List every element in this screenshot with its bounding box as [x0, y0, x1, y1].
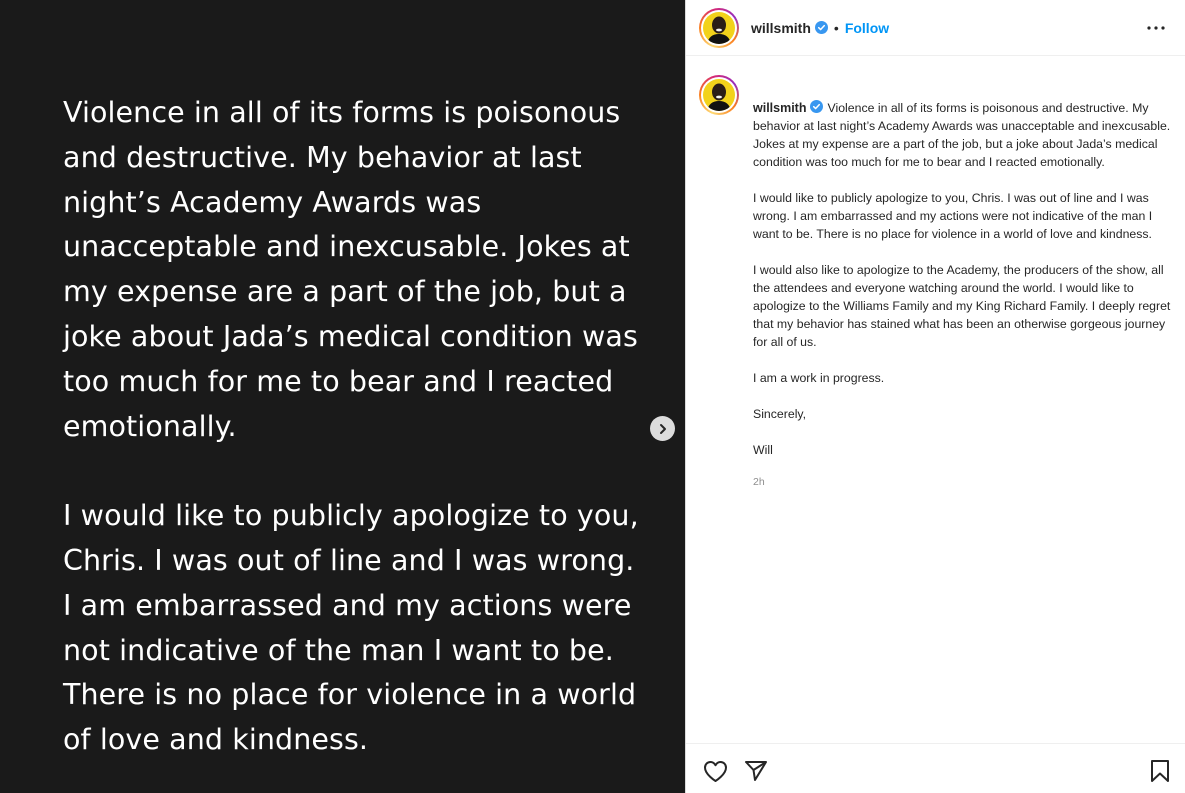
bookmark-icon	[1150, 759, 1170, 783]
caption-paragraph: I would also like to apologize to the Ac…	[753, 263, 1171, 349]
caption-area: willsmith Violence in all of its forms is…	[686, 57, 1185, 742]
caption-paragraph: I am a work in progress.	[753, 371, 885, 385]
like-button[interactable]	[702, 758, 728, 784]
caption-paragraph: Sincerely,	[753, 407, 807, 421]
caption-body: willsmith Violence in all of its forms is…	[753, 81, 1175, 491]
post-header: willsmith • Follow	[686, 0, 1185, 56]
more-options-button[interactable]	[1144, 16, 1168, 40]
avatar	[703, 79, 735, 111]
header-username[interactable]: willsmith	[751, 20, 811, 36]
verified-badge-icon	[814, 21, 828, 34]
more-horizontal-icon	[1147, 26, 1165, 30]
caption-username[interactable]: willsmith	[753, 101, 806, 115]
caption-avatar[interactable]	[699, 75, 739, 115]
next-slide-button[interactable]	[650, 416, 675, 441]
media-text: Violence in all of its forms is poisonou…	[63, 91, 663, 793]
separator-dot: •	[833, 19, 839, 36]
post-timestamp[interactable]: 2h	[753, 473, 1175, 491]
follow-button[interactable]: Follow	[845, 20, 889, 36]
media-paragraph: I would like to publicly apologize to yo…	[63, 499, 639, 757]
media-paragraph: Violence in all of its forms is poisonou…	[63, 96, 638, 443]
action-bar	[686, 743, 1185, 793]
header-avatar[interactable]	[699, 7, 739, 48]
caption-paragraph: Will	[753, 443, 773, 457]
heart-icon	[703, 760, 728, 783]
avatar	[703, 11, 735, 44]
verified-badge-icon	[810, 100, 824, 113]
save-button[interactable]	[1147, 758, 1173, 784]
caption-paragraph: I would like to publicly apologize to yo…	[753, 191, 1153, 241]
send-icon	[744, 760, 768, 782]
share-button[interactable]	[743, 758, 769, 784]
post-side-panel: willsmith • Follow willsmith Violence in…	[685, 0, 1185, 793]
post-media: Violence in all of its forms is poisonou…	[0, 0, 685, 793]
chevron-right-icon	[657, 423, 669, 435]
